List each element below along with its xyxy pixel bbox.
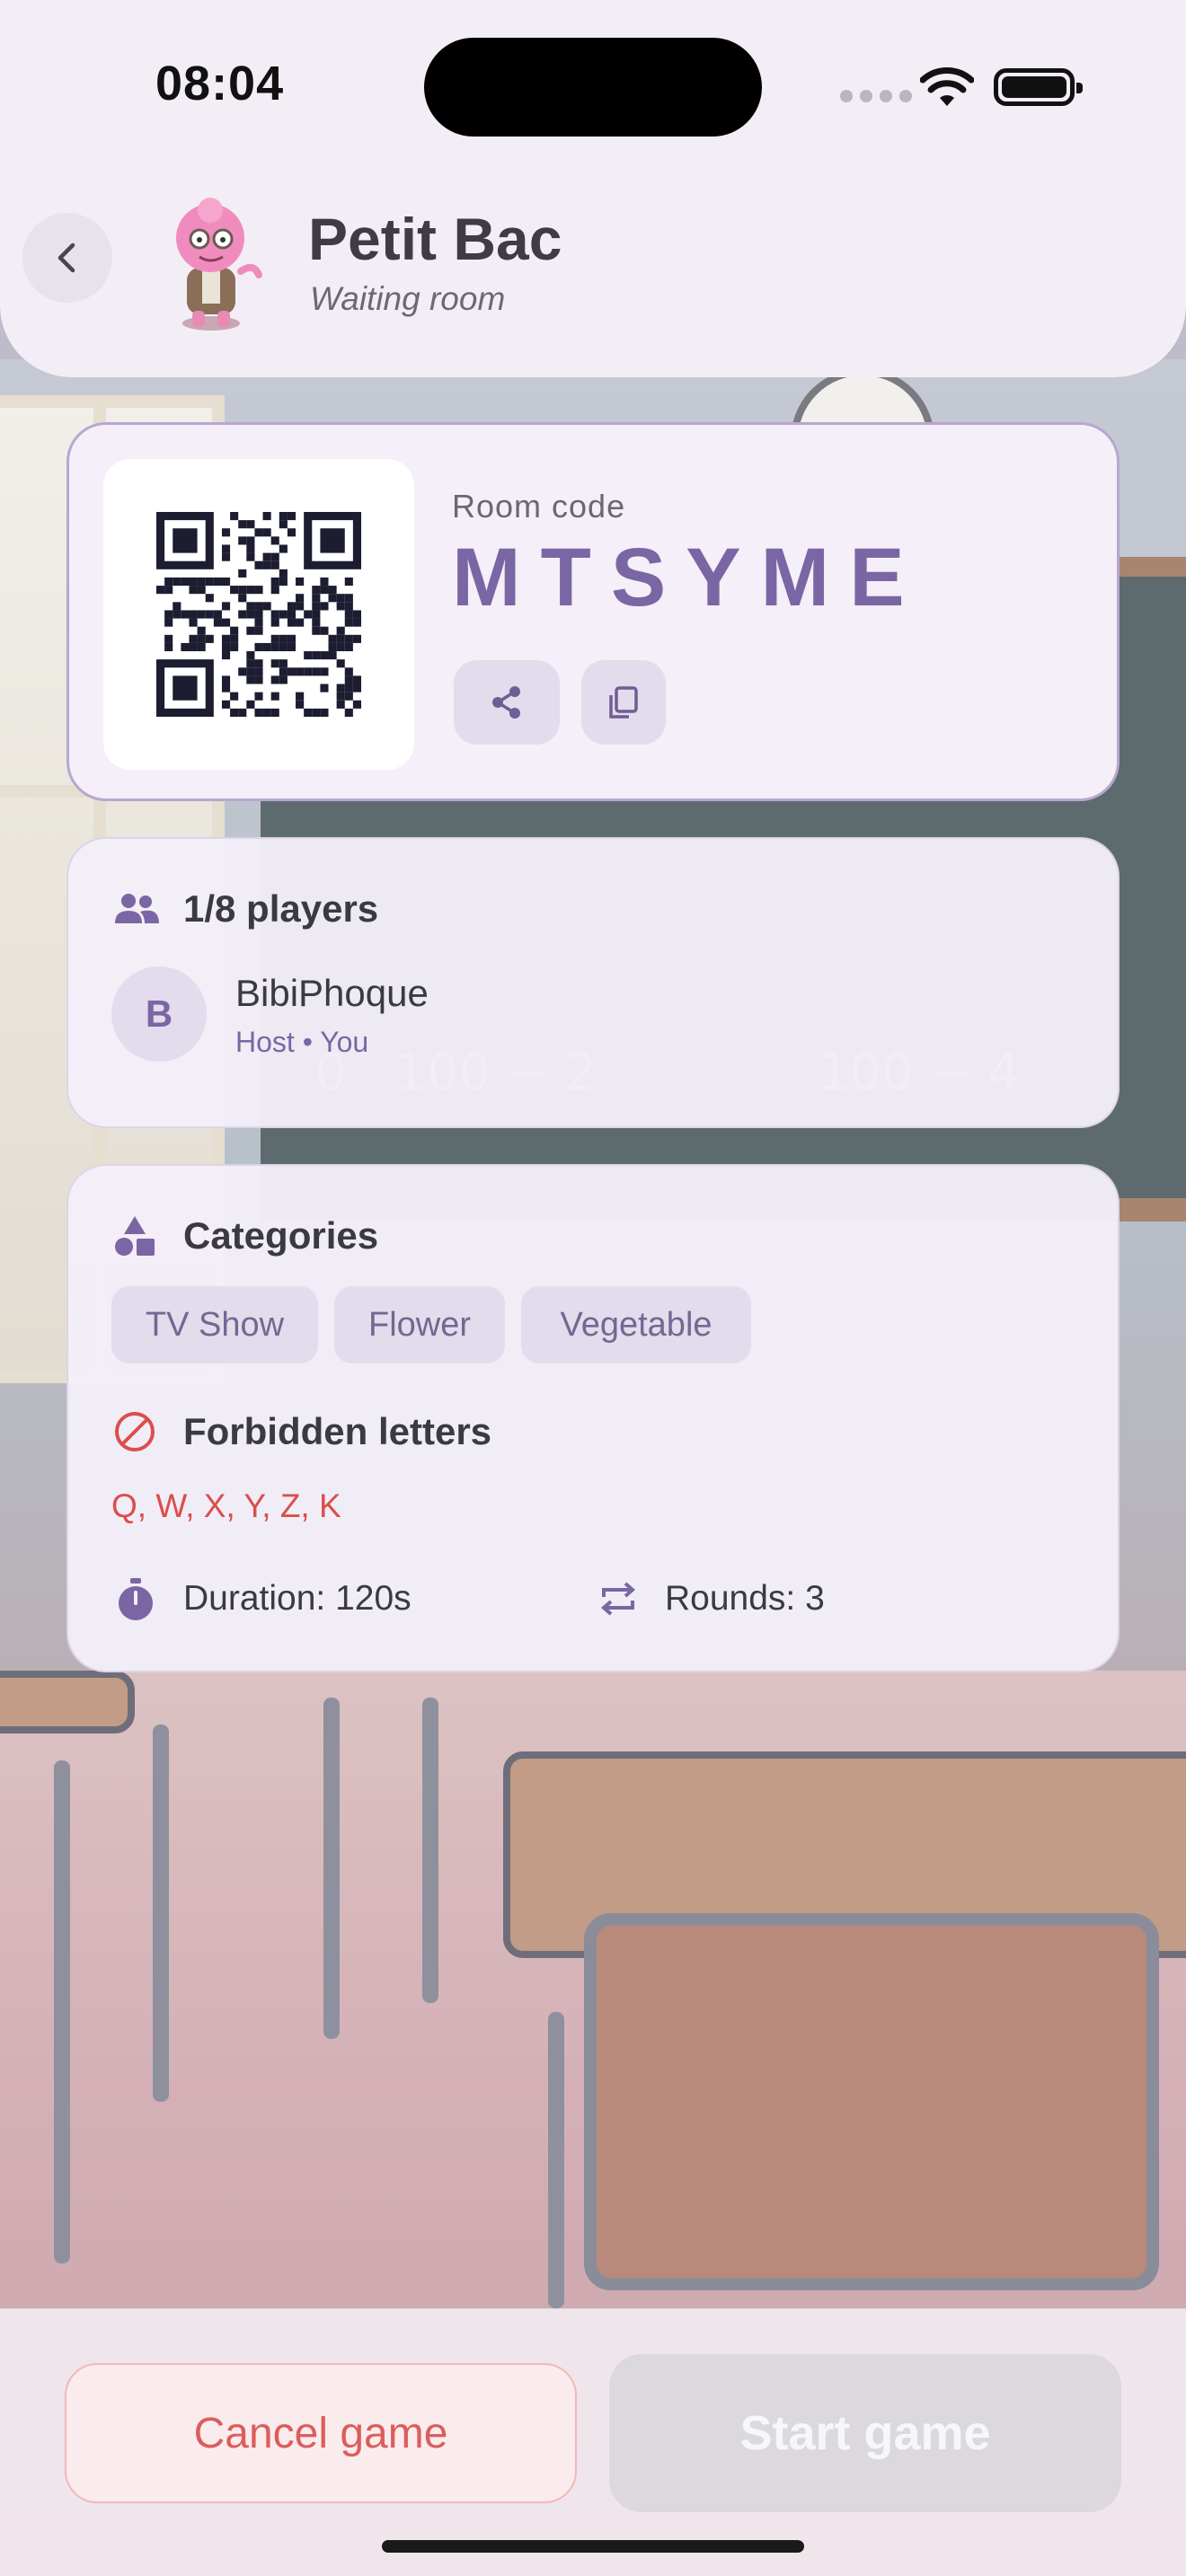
player-name: BibiPhoque — [235, 972, 429, 1014]
rounds-value: Rounds: 3 — [665, 1579, 825, 1618]
qr-code-image — [156, 512, 361, 717]
professor-mascot-avatar — [176, 198, 262, 331]
cancel-game-button[interactable]: Cancel game — [65, 2363, 577, 2503]
battery-icon — [994, 68, 1083, 106]
player-role: Host • You — [235, 1026, 369, 1058]
copy-button[interactable] — [581, 660, 666, 745]
game-settings-card: Categories TV Show Flower Vegetable Forb… — [66, 1164, 1120, 1672]
home-indicator — [382, 2540, 804, 2553]
players-count: 1/8 players — [183, 887, 379, 930]
categories-title: Categories — [183, 1214, 379, 1257]
chevron-left-icon — [58, 243, 75, 273]
wifi-icon — [920, 67, 974, 106]
status-time: 08:04 — [155, 57, 285, 110]
chair — [584, 1913, 1159, 2290]
room-qr-code[interactable] — [103, 459, 414, 770]
room-code-label: Room code — [452, 488, 626, 525]
forbidden-letters-value: Q, W, X, Y, Z, K — [111, 1487, 341, 1524]
desk — [0, 1671, 135, 1734]
page-subtitle: Waiting room — [310, 280, 506, 317]
page-title: Petit Bac — [308, 206, 562, 272]
forbidden-letters-title: Forbidden letters — [183, 1410, 492, 1452]
category-chip: TV Show — [111, 1286, 318, 1363]
shapes-icon — [115, 1216, 155, 1256]
status-bar: 08:04 — [0, 0, 1186, 171]
repeat-icon — [600, 1582, 636, 1616]
room-code-value: MTSYME — [452, 532, 925, 623]
room-code-card: Room code MTSYME — [66, 422, 1120, 801]
player-avatar: B — [111, 966, 207, 1062]
duration-value: Duration: 120s — [183, 1579, 412, 1618]
app-header: 08:04 Petit Bac Waiting room — [0, 0, 1186, 377]
cellular-signal-icon — [840, 90, 912, 102]
copy-icon — [609, 686, 638, 719]
stopwatch-icon — [119, 1578, 153, 1620]
bottom-action-bar: Cancel game Start game — [0, 2308, 1186, 2576]
share-button[interactable] — [454, 660, 560, 745]
category-chip: Vegetable — [521, 1286, 751, 1363]
prohibited-icon — [115, 1412, 155, 1451]
people-icon — [115, 894, 159, 923]
back-button[interactable] — [22, 213, 112, 303]
start-game-button[interactable]: Start game — [609, 2354, 1121, 2512]
share-icon — [492, 686, 520, 719]
players-card: 1/8 players B BibiPhoque Host • You — [66, 837, 1120, 1128]
category-chip: Flower — [334, 1286, 505, 1363]
dynamic-island — [424, 38, 762, 137]
